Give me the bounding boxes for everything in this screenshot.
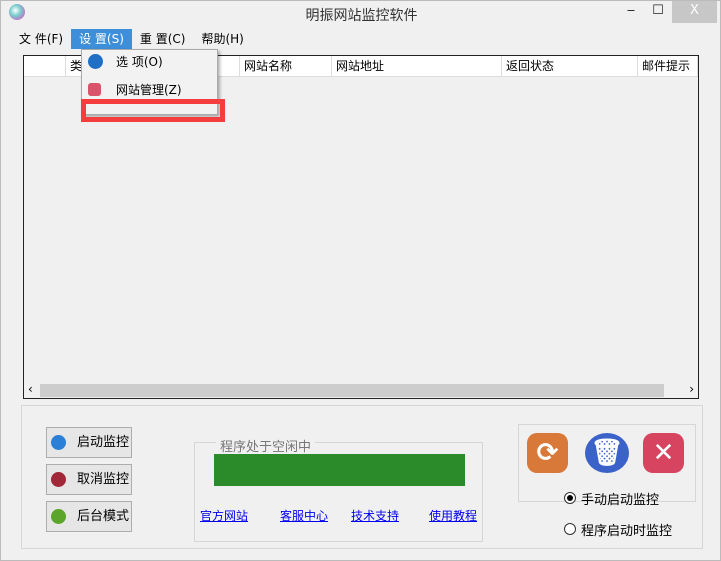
customer-service-link[interactable]: 客服中心 xyxy=(280,507,328,524)
column-header-email[interactable]: 邮件提示 xyxy=(638,56,698,77)
maximize-button[interactable]: ☐ xyxy=(645,1,671,23)
monitor-icon xyxy=(51,435,66,450)
menu-item-label: 网站管理(Z) xyxy=(116,83,182,97)
scrollbar-thumb[interactable] xyxy=(40,384,664,397)
home-icon xyxy=(88,83,101,96)
start-monitor-button[interactable]: 启动监控 xyxy=(46,427,132,458)
scroll-right-arrow[interactable]: › xyxy=(689,382,694,396)
menu-help[interactable]: 帮助(H) xyxy=(193,29,251,49)
button-label: 后台模式 xyxy=(77,509,130,524)
status-label: 程序处于空闲中 xyxy=(216,436,316,455)
cancel-monitor-button[interactable]: 取消监控 xyxy=(46,464,132,495)
highlight-box xyxy=(81,99,225,122)
menu-bar: 文 件(F) 设 置(S) 重 置(C) 帮助(H) xyxy=(11,29,252,49)
minimize-button[interactable]: ‒ xyxy=(617,1,645,23)
column-header-select[interactable] xyxy=(24,56,66,77)
menu-item-options[interactable]: 选 项(O) xyxy=(84,51,214,73)
trash-icon[interactable]: 🗑 xyxy=(585,433,629,473)
menu-settings[interactable]: 设 置(S) xyxy=(71,29,132,49)
horizontal-scrollbar[interactable]: ‹ › xyxy=(24,382,698,398)
official-site-link[interactable]: 官方网站 xyxy=(200,507,248,524)
manual-start-label: 手动启动监控 xyxy=(581,493,660,508)
window-title: 明振网站监控软件 xyxy=(305,8,418,24)
auto-start-label: 程序启动时监控 xyxy=(581,524,673,539)
close-button[interactable]: X xyxy=(672,1,717,23)
column-header-status[interactable]: 返回状态 xyxy=(502,56,638,77)
options-icon xyxy=(88,54,103,69)
manual-start-radio[interactable] xyxy=(564,492,576,504)
menu-reset[interactable]: 重 置(C) xyxy=(132,29,194,49)
tech-support-link[interactable]: 技术支持 xyxy=(351,507,399,524)
menu-file[interactable]: 文 件(F) xyxy=(11,29,71,49)
auto-start-radio[interactable] xyxy=(564,523,576,535)
shield-icon xyxy=(51,472,66,487)
background-mode-button[interactable]: 后台模式 xyxy=(46,501,132,532)
menu-item-label: 选 项(O) xyxy=(116,55,163,69)
refresh-icon[interactable]: ⟳ xyxy=(527,433,568,473)
column-header-url[interactable]: 网站地址 xyxy=(332,56,502,77)
column-header-name[interactable]: 网站名称 xyxy=(240,56,332,77)
delete-icon[interactable]: ✕ xyxy=(643,433,684,473)
scroll-left-arrow[interactable]: ‹ xyxy=(28,382,33,396)
menu-item-website-management[interactable]: 网站管理(Z) xyxy=(84,79,214,101)
tutorial-link[interactable]: 使用教程 xyxy=(429,507,477,524)
progress-bar xyxy=(214,454,465,486)
button-label: 启动监控 xyxy=(77,435,130,450)
button-label: 取消监控 xyxy=(77,472,130,487)
flame-icon xyxy=(51,509,66,524)
